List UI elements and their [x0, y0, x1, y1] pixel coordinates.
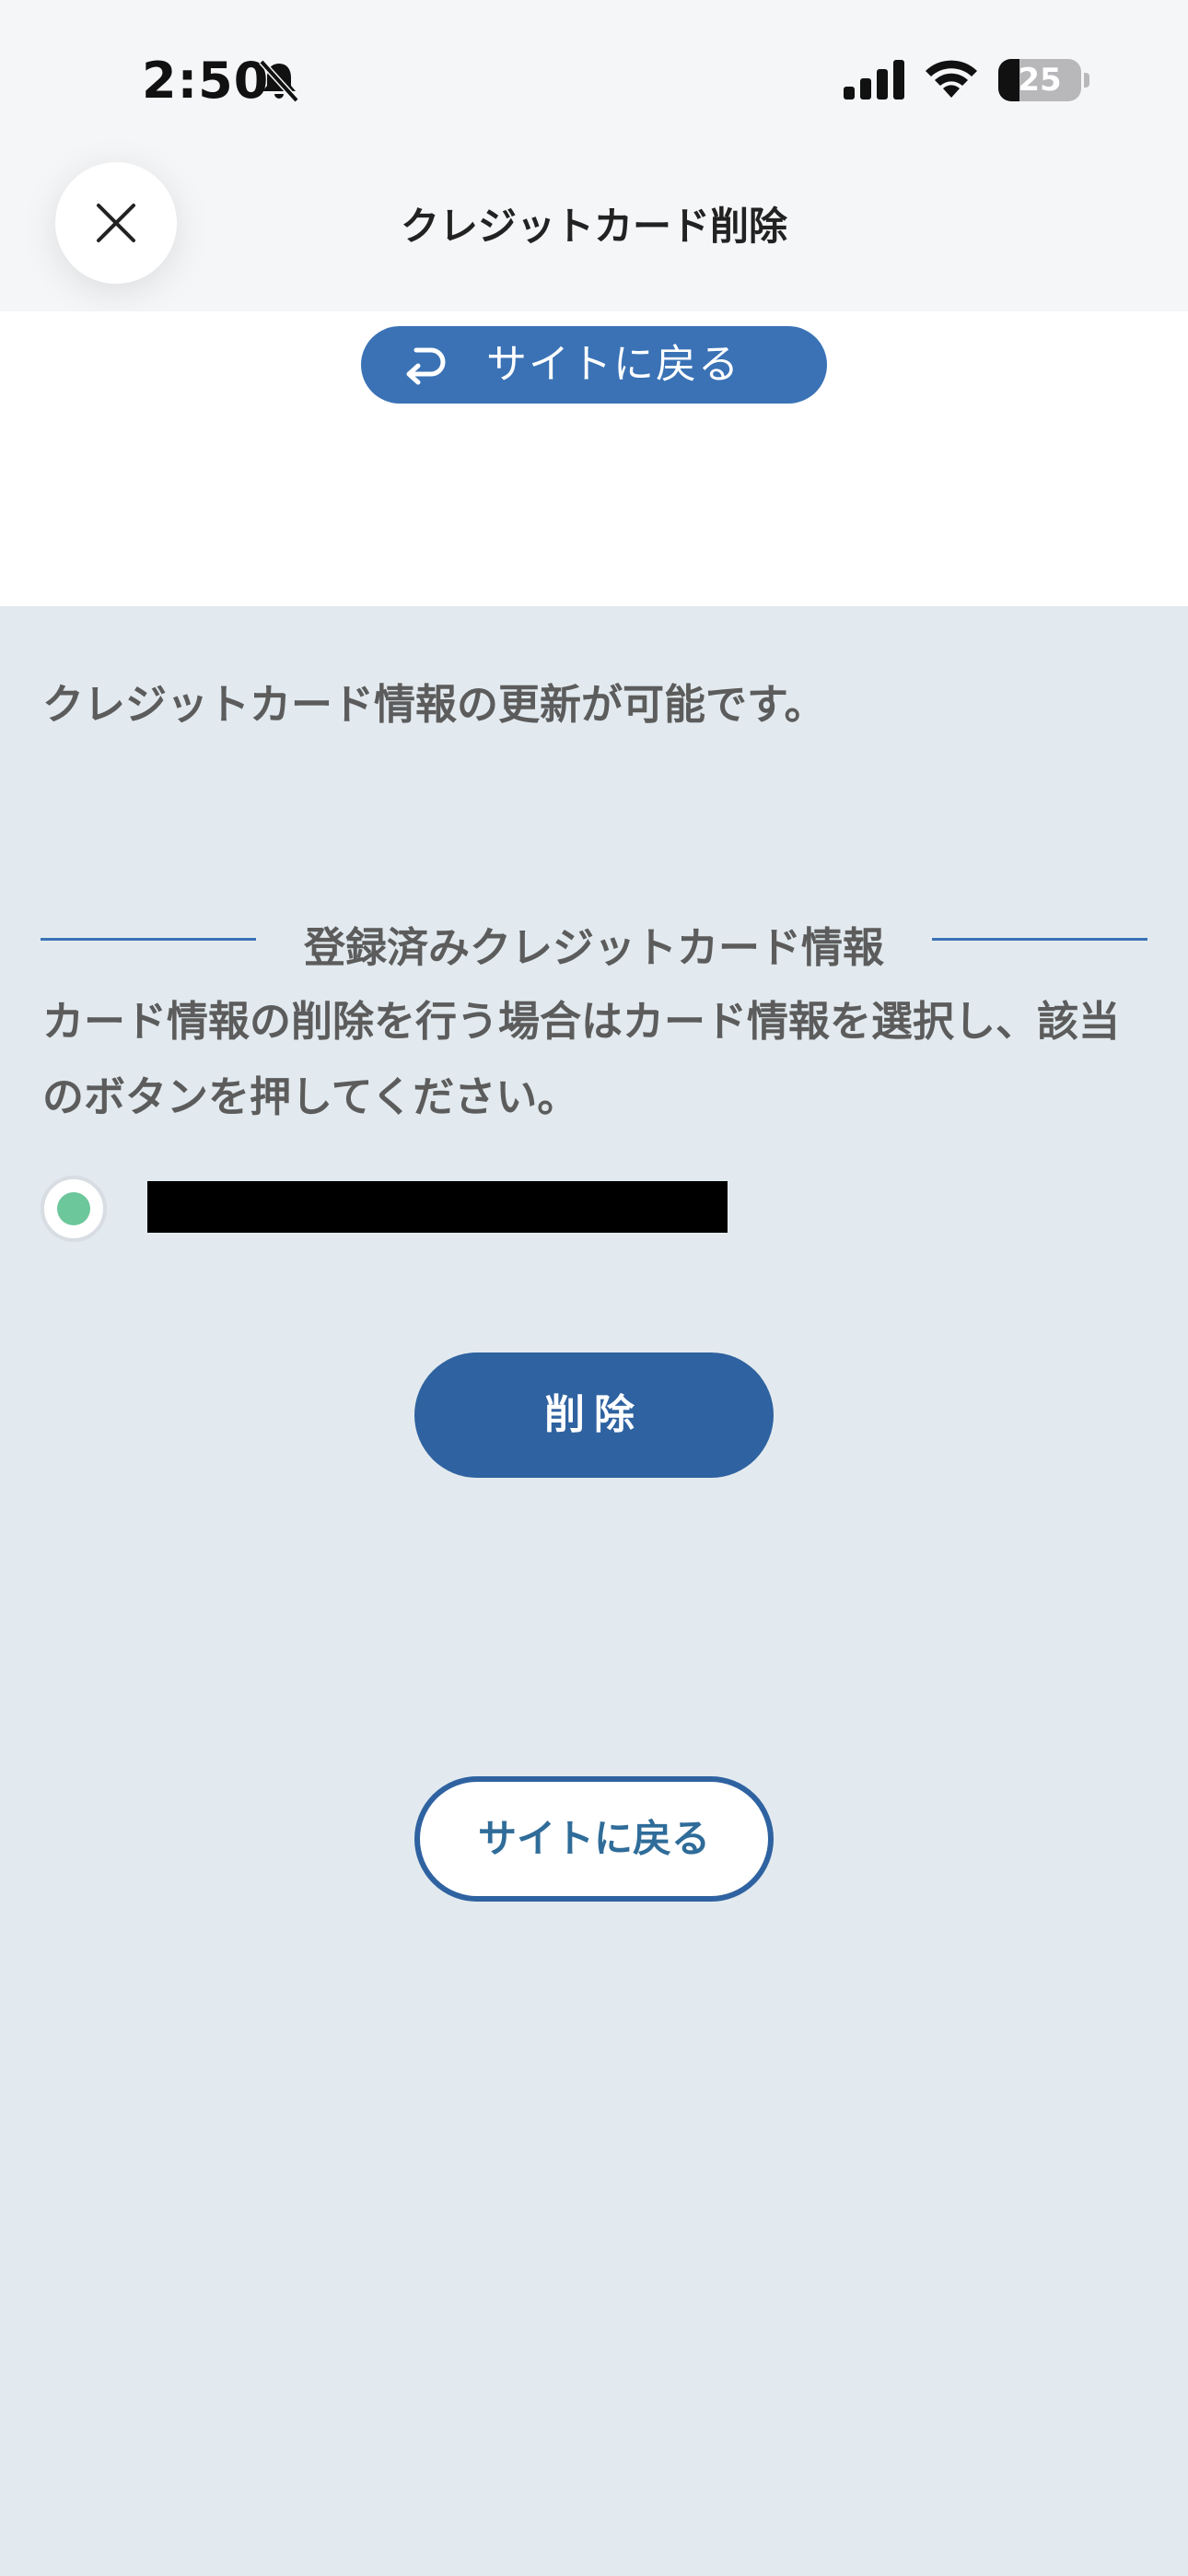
back-to-site-label: サイトに戻る: [486, 341, 740, 388]
status-time: 2:50: [142, 52, 270, 110]
top-bar: 2:50 25 クレジットカード削除: [0, 0, 1188, 311]
card-number-redacted: [147, 1181, 728, 1233]
page: 2:50 25 クレジットカード削除 サイトに戻る クレジットカード情報の更新が…: [0, 0, 1188, 2576]
close-button[interactable]: [55, 162, 177, 284]
battery-icon: 25: [998, 59, 1090, 101]
page-title: クレジットカード削除: [400, 204, 787, 249]
back-to-site-button-bottom[interactable]: サイトに戻る: [414, 1776, 774, 1902]
instructions-text: カード情報の削除を行う場合はカード情報を選択し、該当のボタンを押してください。: [42, 997, 1121, 1121]
battery-level: 25: [1018, 62, 1062, 99]
heading-divider-right: [932, 938, 1147, 941]
status-bar: 2:50 25: [0, 0, 1188, 157]
return-arrow-icon: [406, 347, 446, 385]
radio-selected-dot: [57, 1192, 90, 1225]
cellular-signal-icon: [844, 60, 904, 100]
info-text: クレジットカード情報の更新が可能です。: [42, 680, 826, 729]
section-heading-text: 登録済みクレジットカード情報: [303, 923, 884, 972]
back-to-site-button-top[interactable]: サイトに戻る: [361, 326, 827, 404]
bell-slash-icon: [259, 59, 299, 103]
heading-divider-left: [41, 938, 256, 941]
card-option[interactable]: [41, 1172, 1146, 1242]
close-icon: [97, 204, 135, 242]
card-radio-button[interactable]: [41, 1176, 107, 1242]
wifi-icon: [926, 60, 977, 98]
delete-button[interactable]: 削除: [414, 1352, 774, 1478]
section-heading: 登録済みクレジットカード情報: [41, 914, 1147, 972]
